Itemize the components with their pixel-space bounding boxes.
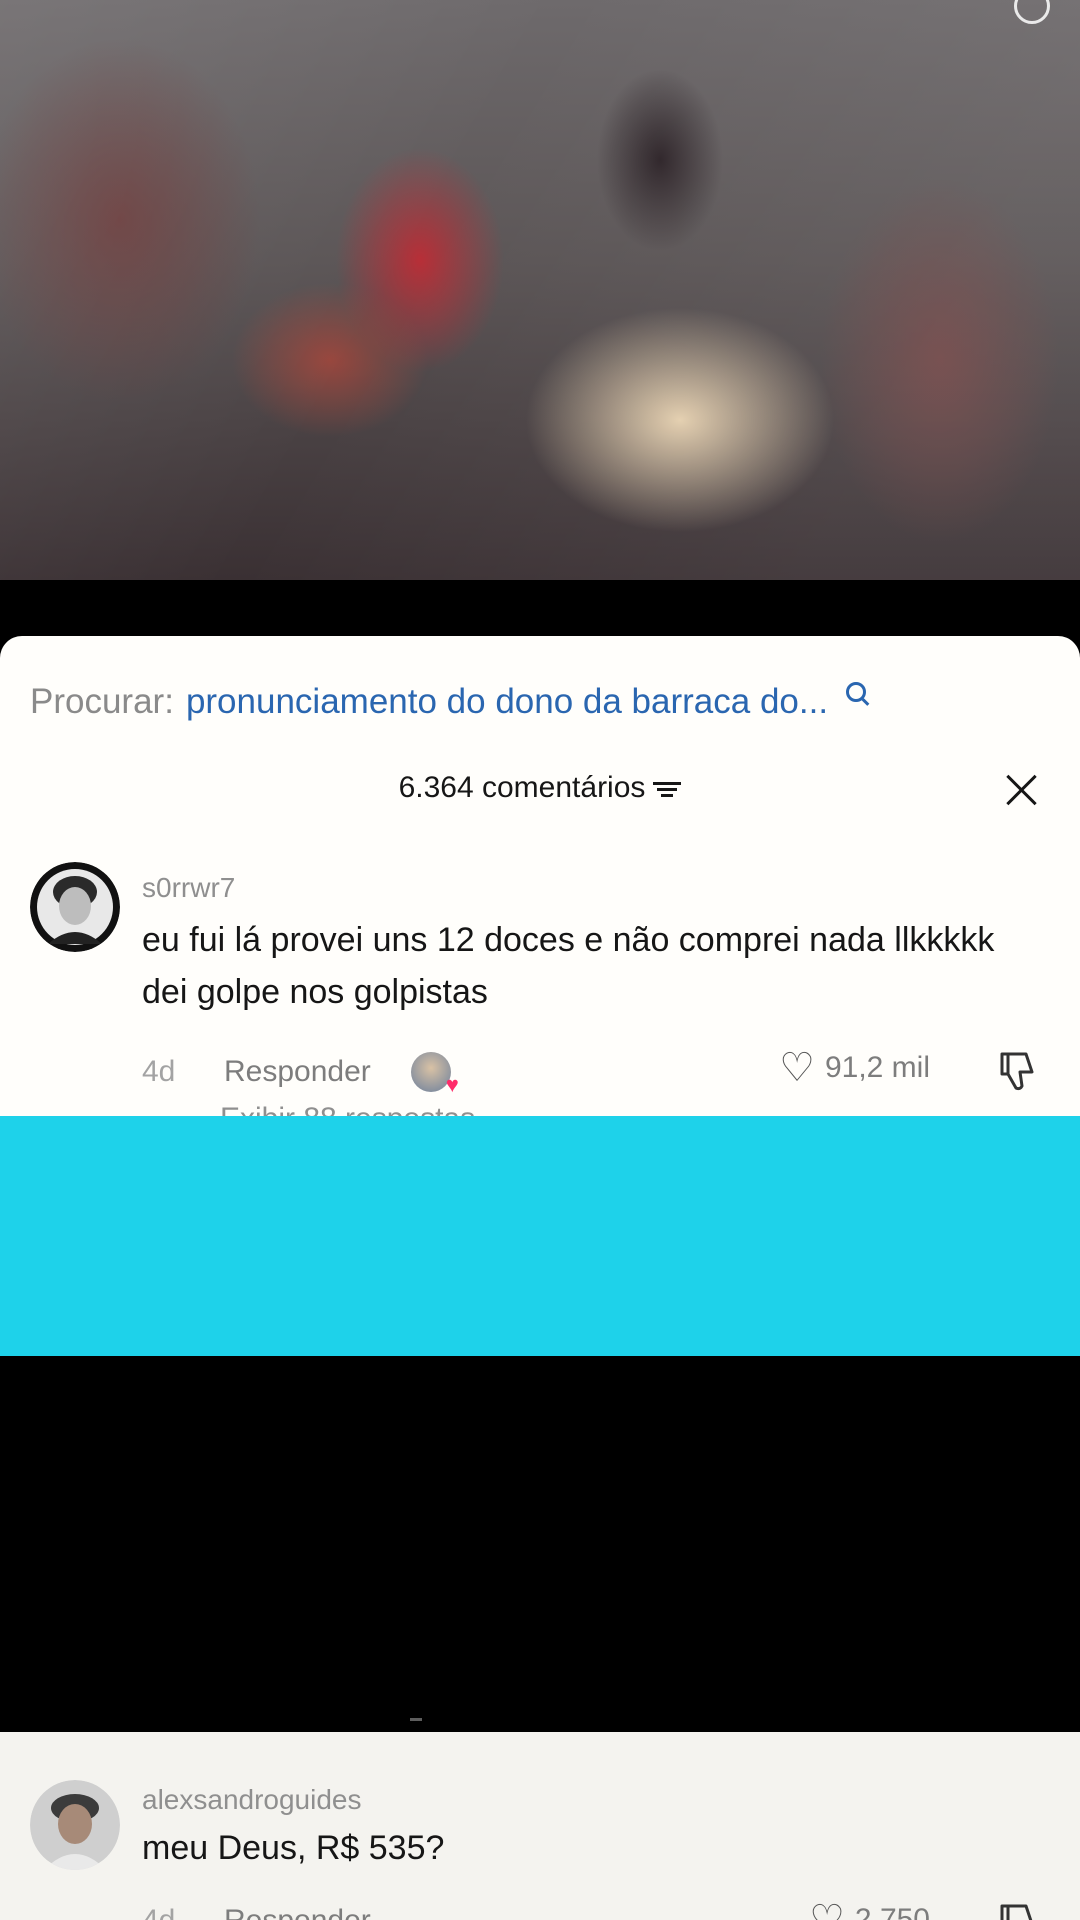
comment-text: meu Deus, R$ 535? xyxy=(142,1829,445,1867)
comment-text: eu fui lá provei uns 12 doces e não comp… xyxy=(142,921,995,1011)
comment-time: 4d xyxy=(142,1055,176,1088)
comment-username[interactable]: s0rrwr7 xyxy=(142,872,235,904)
like-count: 91,2 mil xyxy=(824,1051,930,1084)
view-replies-button[interactable]: Exibir 88 respostas xyxy=(220,1102,475,1116)
avatar[interactable] xyxy=(30,1780,120,1870)
comments-count: 6.364 comentários xyxy=(398,771,646,804)
comments-sheet-lower: alexsandroguides meu Deus, R$ 535? 4d Re… xyxy=(0,1732,1080,1920)
search-prefix: Procurar: xyxy=(30,682,174,721)
search-query-link[interactable]: pronunciamento do dono da barraca do... xyxy=(186,682,828,722)
comment-time: 4d xyxy=(142,1904,224,1920)
close-icon[interactable] xyxy=(1000,768,1042,810)
comment-meta: 4d Responder ♥ xyxy=(142,1052,459,1097)
comments-header: 6.364 comentários xyxy=(0,771,1080,805)
reply-button[interactable]: Responder xyxy=(224,1904,371,1920)
like-button[interactable]: ♡ 91,2 mil xyxy=(779,1048,930,1088)
divider-mark xyxy=(410,1718,422,1721)
reply-button[interactable]: Responder xyxy=(224,1055,371,1089)
comments-sheet: Procurar: pronunciamento do dono da barr… xyxy=(0,636,1080,1116)
video-frame[interactable] xyxy=(0,0,1080,580)
comment-meta: 4d Responder xyxy=(142,1904,371,1920)
like-button[interactable]: ♡ 2.750 xyxy=(809,1900,930,1920)
search-icon xyxy=(846,682,867,702)
comment-username[interactable]: alexsandroguides xyxy=(142,1784,362,1816)
like-count: 2.750 xyxy=(854,1903,930,1920)
search-suggestion[interactable]: Procurar: pronunciamento do dono da barr… xyxy=(30,680,1030,724)
avatar[interactable] xyxy=(30,862,120,952)
cyan-overlay-bar xyxy=(0,1116,1080,1356)
creator-liked-icon: ♥ xyxy=(410,1052,459,1097)
sort-icon[interactable] xyxy=(653,778,682,798)
heart-icon: ♡ xyxy=(809,1898,845,1920)
dislike-icon[interactable] xyxy=(998,1902,1038,1920)
heart-icon: ♡ xyxy=(779,1046,815,1090)
video-glare xyxy=(0,0,1080,580)
dislike-icon[interactable] xyxy=(998,1050,1038,1092)
